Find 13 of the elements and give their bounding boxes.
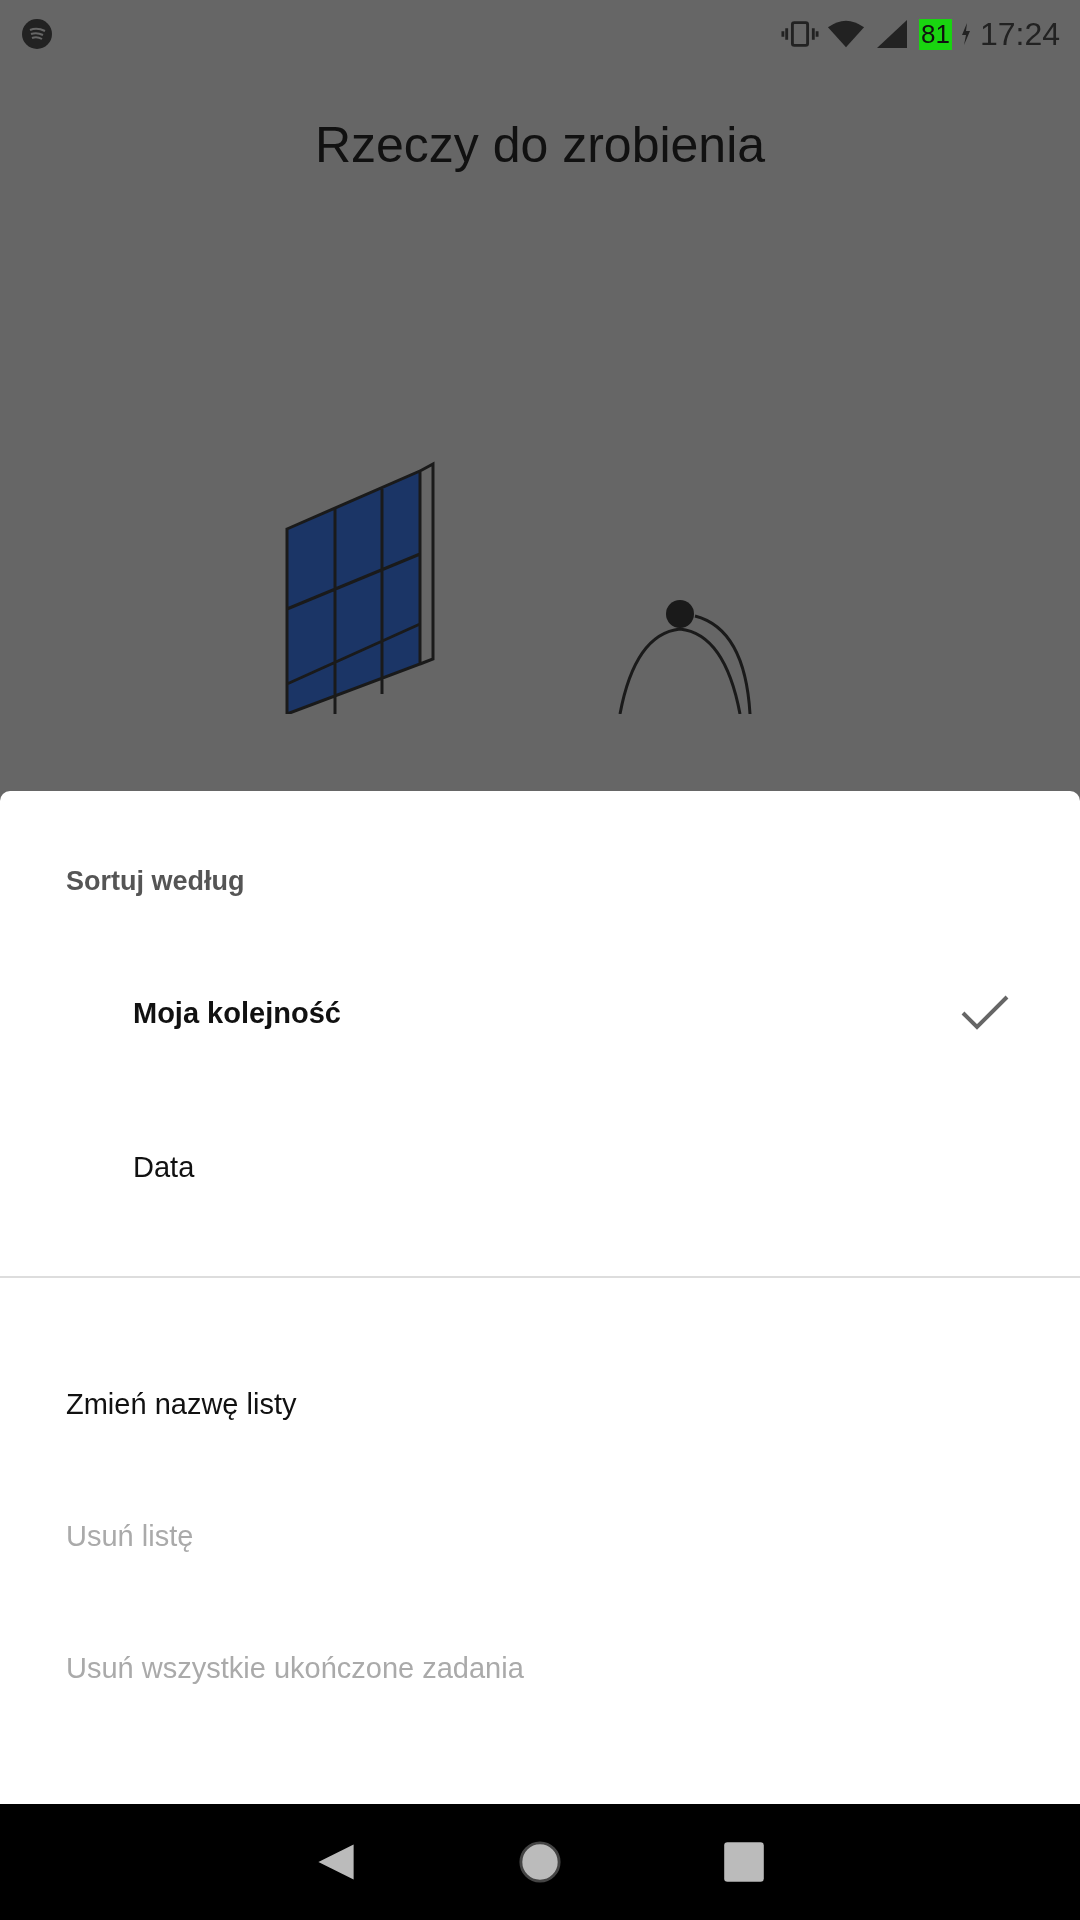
charging-icon bbox=[959, 22, 972, 46]
menu-action[interactable]: Zmień nazwę listy bbox=[0, 1338, 1080, 1470]
sort-heading: Sortuj według bbox=[65, 865, 246, 898]
sort-option[interactable]: Moja kolejność bbox=[0, 936, 1080, 1090]
clock-time: 17:24 bbox=[979, 15, 1060, 53]
music-app-icon bbox=[22, 19, 52, 49]
vibrate-icon bbox=[781, 19, 819, 49]
home-icon[interactable] bbox=[518, 1840, 562, 1884]
wifi-icon bbox=[827, 19, 865, 49]
sort-option[interactable]: Data bbox=[0, 1090, 1080, 1244]
list-title: Rzeczy do zrobienia bbox=[314, 116, 766, 174]
recents-icon[interactable] bbox=[722, 1840, 766, 1884]
battery-level: 81 bbox=[919, 18, 952, 50]
